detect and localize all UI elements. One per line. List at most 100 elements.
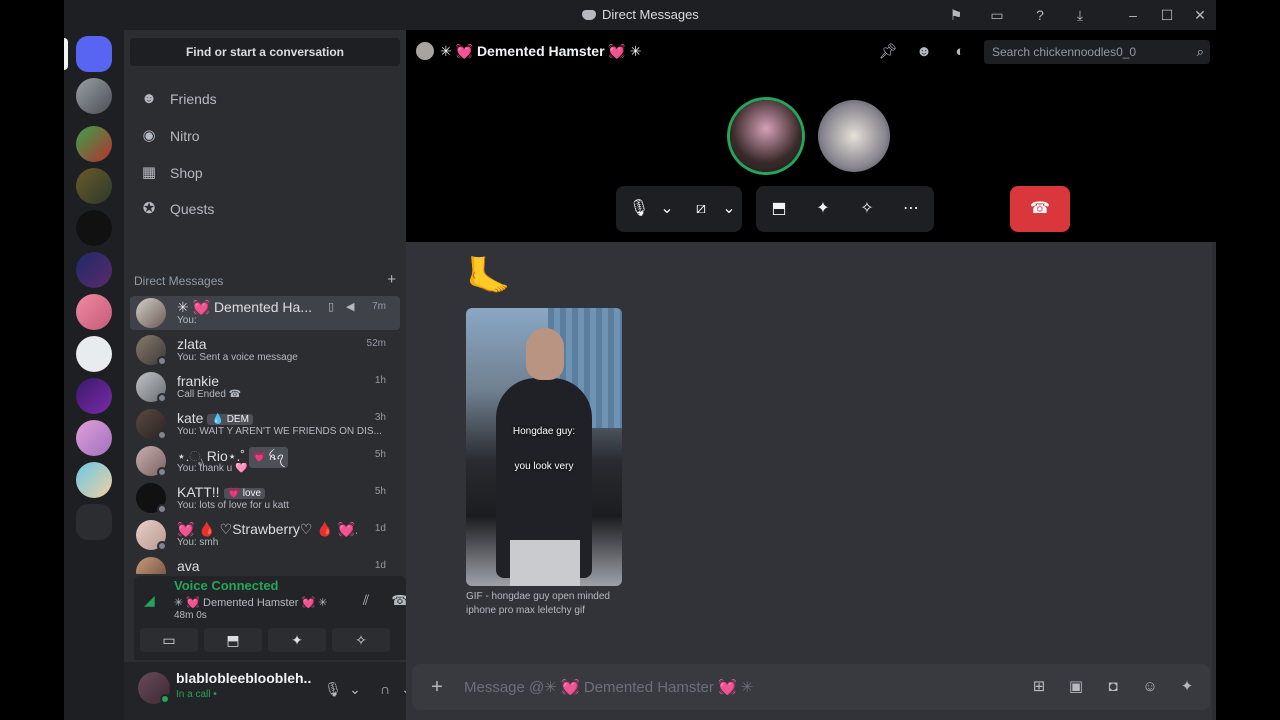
server-icon[interactable] [76,294,112,330]
create-dm-icon[interactable]: + [387,272,396,288]
find-conversation-button[interactable]: Find or start a conversation [130,38,400,66]
message-emoji: 🦶 [466,255,511,296]
chevron-down-icon[interactable]: ⌄ [656,198,678,220]
server-icon[interactable] [76,420,112,456]
server-icon[interactable] [76,210,112,246]
gift-icon[interactable]: ⊞ [1028,676,1050,698]
apps-icon[interactable]: ✦ [1176,676,1198,698]
status-indicator [157,504,167,514]
server-icon[interactable] [76,462,112,498]
headphones-icon[interactable]: ∩ [376,680,394,698]
phone-icon: ▯ [328,301,335,313]
dm-item[interactable]: ⋆.ೃ Rio⋆.˚ 💗 ꫝꪖ You: thank u 🩷 5h [130,444,400,478]
server-icon[interactable] [76,126,112,162]
nav-label: Nitro [170,128,200,144]
server-folder[interactable] [76,504,112,540]
soundboard-button[interactable]: ✧ [332,628,390,652]
server-icon[interactable] [76,378,112,414]
screen-share-icon[interactable]: ⬒ [768,198,790,220]
dm-name-text: KATT!! [177,484,220,500]
minimize-button[interactable]: – [1123,6,1143,24]
pin-icon[interactable]: 📌︎ [878,42,898,62]
noise-suppression-icon[interactable]: ⫽ [356,590,376,610]
dm-preview: You: Sent a voice message [177,352,298,363]
sticker-icon[interactable]: ◘ [1102,676,1124,698]
server-icon[interactable] [76,336,112,372]
dm-time: 7m [372,301,386,312]
status-indicator [157,393,167,403]
gif-picker-icon[interactable]: ▣ [1065,676,1087,698]
dm-time: 1d [374,523,386,534]
activities-button[interactable]: ✦ [268,628,326,652]
call-participant-avatar[interactable] [730,100,802,172]
chevron-down-icon[interactable]: ⌄ [718,198,740,220]
upload-plus-icon[interactable]: + [426,676,448,698]
disconnect-button[interactable]: ☎ [1010,186,1070,232]
home-button[interactable] [76,36,112,72]
nav-label: Friends [170,91,217,107]
nav-friends[interactable]: ☻ Friends [130,82,400,116]
inbox-icon[interactable]: ▭ [988,6,1006,24]
dm-time: 52m [366,338,386,349]
voice-status[interactable]: Voice Connected [174,578,279,593]
microphone-icon[interactable]: 🎙︎ [628,198,650,220]
dm-preview: You: thank u 🩷 [177,463,248,474]
update-icon[interactable]: ⤓ [1071,6,1089,24]
dm-item[interactable]: KATT!! 💗 love You: lots of love for u kat… [130,481,400,515]
nav-quests[interactable]: ✪ Quests [130,192,400,226]
gif-figure-legs [510,540,580,586]
guild-tag-badge: 💗 ꫝꪖ [249,447,289,468]
dm-item[interactable]: zlata You: Sent a voice message 52m [130,333,400,367]
emoji-icon[interactable]: ☺ [1139,676,1161,698]
soundboard-icon[interactable]: ✧ [856,198,878,220]
dm-name: ✳ 💓 Demented Ha... [177,299,312,315]
dm-name: KATT!! 💗 love [177,484,266,500]
status-indicator [157,430,167,440]
message-composer: + ⊞ ▣ ◘ ☺ ✦ [412,664,1210,710]
dm-time: 1d [374,560,386,571]
microphone-icon[interactable]: 🎙︎ [324,680,342,698]
dm-time: 5h [374,449,386,460]
maximize-button[interactable]: ☐ [1157,6,1177,24]
message-input[interactable] [464,664,1024,710]
flag-icon[interactable]: ⚑ [947,6,965,24]
nav-label: Shop [170,165,203,181]
call-area: ✳ 💓 Demented Hamster 💓 ✳ 📌︎ ☻ ◐ Search c… [406,30,1216,242]
camera-off-icon[interactable]: ⧄ [690,198,712,220]
dm-header: Direct Messages + [134,272,396,288]
server-icon[interactable] [76,252,112,288]
dm-item[interactable]: kate 💧 DEM You: WAIT Y AREN'T WE FRIENDS … [130,407,400,441]
dm-item[interactable]: frankie Call Ended ☎ 1h [130,370,400,404]
main-panel: ✳ 💓 Demented Hamster 💓 ✳ 📌︎ ☻ ◐ Search c… [406,30,1216,720]
dm-item[interactable]: 💓 🩸 ♡Strawberry♡ 🩸 💓... You: smh 1d [130,518,400,552]
dm-name: 💓 🩸 ♡Strawberry♡ 🩸 💓... [177,521,357,537]
add-friends-icon[interactable]: ☻ [914,42,934,62]
voice-channel[interactable]: ✳ 💓 Demented Hamster 💓 ✳ [174,596,327,609]
close-button[interactable]: ✕ [1190,6,1210,24]
chevron-down-icon[interactable]: ⌄ [346,680,364,698]
signal-icon[interactable]: ◢ [144,592,164,610]
server-icon[interactable] [76,168,112,204]
dm-item[interactable]: ✳ 💓 Demented Ha... You: ▯ ◀ 7m [130,296,400,330]
more-options-icon[interactable]: ⋯ [900,198,922,220]
dm-preview: You: WAIT Y AREN'T WE FRIENDS ON DIS... [177,426,382,437]
window-title-text: Direct Messages [602,7,699,22]
gif-embed[interactable]: Hongdae guy: you look very [466,308,622,586]
dm-header-label: Direct Messages [134,274,224,288]
gif-title: GIF - hongdae guy open minded iphone pro… [466,591,610,616]
dm-name-text: ⋆.ೃ Rio⋆.˚ [177,448,246,465]
help-icon[interactable]: ? [1031,6,1049,24]
selected-indicator [64,38,68,70]
server-icon[interactable] [76,78,112,114]
call-participant-avatar[interactable] [818,100,890,172]
user-profile-icon[interactable]: ◐ [950,42,970,62]
camera-toggle-button[interactable]: ▭ [140,628,198,652]
scrollbar[interactable] [1212,242,1216,720]
dm-item[interactable]: ava 1d [130,555,400,574]
nav-nitro[interactable]: ◉ Nitro [130,119,400,153]
username[interactable]: blablobleebloobleh... [176,670,312,686]
activities-icon[interactable]: ✦ [812,198,834,220]
nav-shop[interactable]: ▦ Shop [130,156,400,190]
search-input[interactable]: Search chickennoodles0_0 ⌕ [984,40,1210,64]
screen-share-button[interactable]: ⬒ [204,628,262,652]
